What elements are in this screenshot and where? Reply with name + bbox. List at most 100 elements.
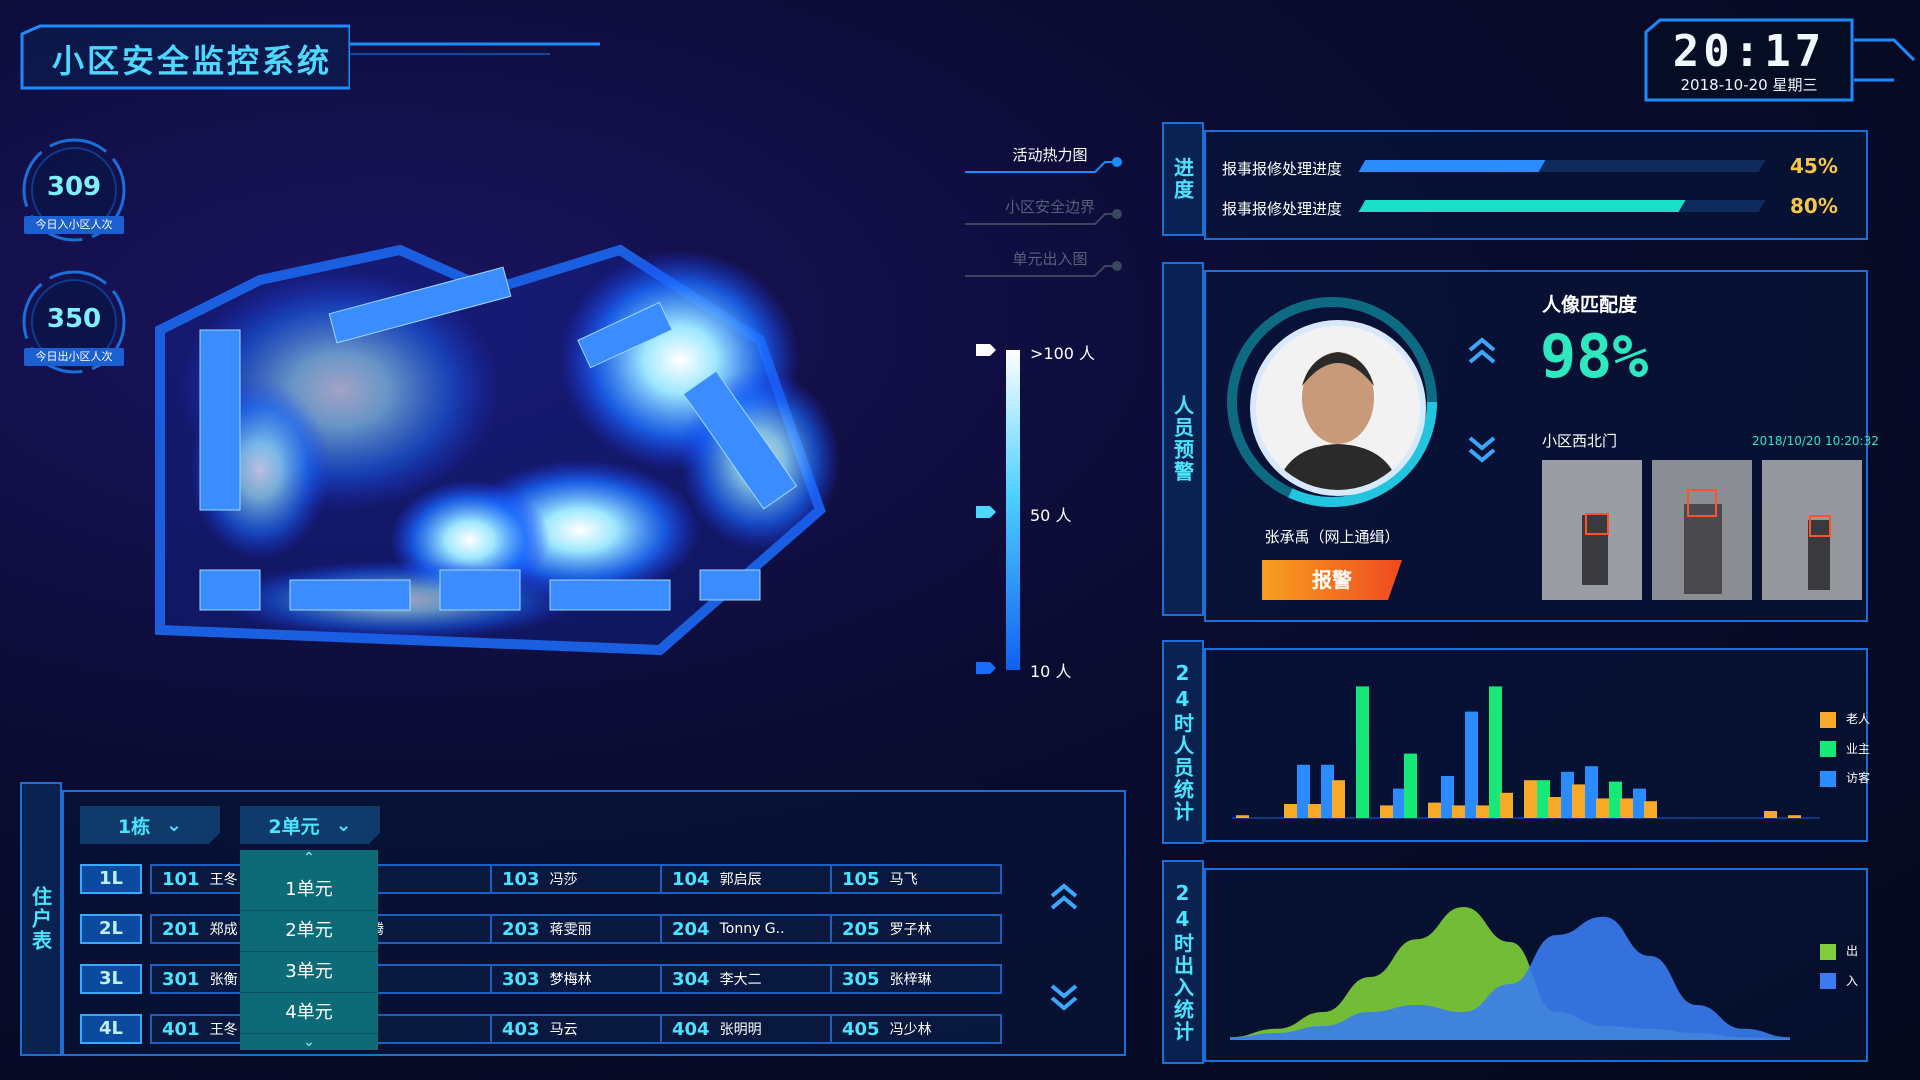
alarm-button[interactable]: 报警 <box>1262 560 1402 600</box>
resident-cell[interactable]: 203 蒋雯丽 <box>490 914 662 944</box>
capture-timestamp: 2018/10/20 10:20:32 <box>1752 434 1879 448</box>
capture-thumb-2[interactable] <box>1652 460 1752 600</box>
clock-date: 2018-10-20 星期三 <box>1680 76 1818 94</box>
bar-mark <box>1284 804 1297 818</box>
room-number: 105 <box>842 868 880 890</box>
progress-panel <box>1204 130 1868 240</box>
progress-value-2: 80% <box>1790 194 1838 218</box>
resident-name: 冯莎 <box>549 872 578 888</box>
floor-label[interactable]: 4L <box>80 1014 142 1044</box>
legend-markers <box>976 344 996 674</box>
page-title: 小区安全监控系统 <box>52 42 333 80</box>
bar-mark <box>1308 804 1321 818</box>
tab-connectors <box>965 157 1122 277</box>
clock-deco <box>1854 38 1916 82</box>
bar-mark <box>1524 780 1537 818</box>
bar-mark <box>1380 805 1393 818</box>
dropdown-option-2[interactable]: 2单元 <box>240 911 378 952</box>
exit-label: 今日出小区人次 <box>24 348 124 366</box>
room-number: 201 <box>162 918 200 940</box>
inout-legend: 出 入 <box>1820 942 1858 989</box>
floor-label[interactable]: 2L <box>80 914 142 944</box>
page-down-icon[interactable] <box>1048 982 1080 1012</box>
room-number: 403 <box>502 1018 540 1040</box>
floor-label[interactable]: 3L <box>80 964 142 994</box>
capture-thumb-3[interactable] <box>1762 460 1862 600</box>
resident-name: 马云 <box>549 1022 578 1038</box>
unit-select-value: 2单元 <box>268 815 320 838</box>
progress-label-2: 报事报修处理进度 <box>1222 200 1343 218</box>
bar-mark <box>1572 784 1585 818</box>
entry-label: 今日入小区人次 <box>24 216 124 234</box>
alert-tab: 人员预警 <box>1162 262 1204 616</box>
entry-count: 309 <box>46 172 102 202</box>
capture-thumb-1[interactable] <box>1542 460 1642 600</box>
inout-tab: 24时出入统计 <box>1162 860 1204 1064</box>
resident-cell[interactable]: 304 李大二 <box>660 964 832 994</box>
room-number: 405 <box>842 1018 880 1040</box>
residents-tab: 住户表 <box>20 782 62 1056</box>
bar-mark <box>1644 801 1657 818</box>
chevron-down-icon: ⌄ <box>335 814 352 836</box>
resident-name: 蒋雯丽 <box>549 922 592 938</box>
clock-time: 20:17 <box>1672 26 1826 77</box>
room-number: 404 <box>672 1018 710 1040</box>
bar-mark <box>1428 802 1441 818</box>
resident-cell[interactable]: 103 冯莎 <box>490 864 662 894</box>
unit-dropdown: ⌃ 1单元 2单元 3单元 4单元 ⌄ <box>240 850 378 1050</box>
room-number: 303 <box>502 968 540 990</box>
resident-cell[interactable]: 405 冯少林 <box>830 1014 1002 1044</box>
dropdown-option-4[interactable]: 4单元 <box>240 993 378 1034</box>
resident-cell[interactable]: 205 罗子林 <box>830 914 1002 944</box>
building-select[interactable]: 1栋 ⌄ <box>80 806 220 844</box>
resident-name: 李大二 <box>719 972 762 988</box>
room-number: 401 <box>162 1018 200 1040</box>
resident-cell[interactable]: 403 马云 <box>490 1014 662 1044</box>
capture-location: 小区西北门 <box>1542 432 1618 450</box>
room-number: 104 <box>672 868 710 890</box>
progress-tab: 进度 <box>1162 122 1204 236</box>
bar-mark <box>1452 805 1465 818</box>
room-number: 203 <box>502 918 540 940</box>
bar-mark <box>1404 753 1417 818</box>
heat-legend-bar <box>1006 350 1020 670</box>
resident-cell[interactable]: 305 张梓琳 <box>830 964 1002 994</box>
scroll-down-icon[interactable]: ⌄ <box>240 1034 378 1054</box>
bar-mark <box>1236 815 1249 818</box>
match-label: 人像匹配度 <box>1542 294 1638 316</box>
progress-fill-2 <box>1358 200 1686 212</box>
resident-name: Tonny G.. <box>719 921 785 937</box>
legend-mid: 50 人 <box>1030 506 1072 525</box>
bar-mark <box>1620 798 1633 818</box>
bar-mark <box>1596 798 1609 818</box>
hourly-tab: 24时人员统计 <box>1162 640 1204 844</box>
chevron-down-icon: ⌄ <box>166 814 183 836</box>
resident-cell[interactable]: 204 Tonny G.. <box>660 914 832 944</box>
resident-cell[interactable]: 104 郭启辰 <box>660 864 832 894</box>
match-value: 98% <box>1540 322 1649 392</box>
resident-cell[interactable]: 303 梦梅林 <box>490 964 662 994</box>
progress-track-1 <box>1358 160 1766 172</box>
unit-select[interactable]: 2单元 ⌄ <box>240 806 380 844</box>
dropdown-option-3[interactable]: 3单元 <box>240 952 378 993</box>
bar-mark <box>1356 686 1369 818</box>
building-select-value: 1栋 <box>117 815 151 838</box>
resident-cell[interactable]: 404 张明明 <box>660 1014 832 1044</box>
resident-name: 王冬 <box>209 872 238 888</box>
progress-label-1: 报事报修处理进度 <box>1222 160 1343 178</box>
resident-name: 罗子林 <box>889 922 932 938</box>
page-up-icon[interactable] <box>1048 880 1080 910</box>
room-number: 103 <box>502 868 540 890</box>
floor-label[interactable]: 1L <box>80 864 142 894</box>
scroll-up-icon[interactable]: ⌃ <box>240 850 378 870</box>
resident-name: 张梓琳 <box>889 972 932 988</box>
dropdown-option-1[interactable]: 1单元 <box>240 870 378 911</box>
bar-mark <box>1465 711 1478 818</box>
title-line <box>350 42 600 55</box>
resident-cell[interactable]: 105 马飞 <box>830 864 1002 894</box>
suspect-name: 张承禹（网上通缉） <box>1264 528 1400 546</box>
bar-mark <box>1764 811 1777 818</box>
room-number: 101 <box>162 868 200 890</box>
exit-count: 350 <box>46 304 102 334</box>
bar-mark <box>1788 815 1801 818</box>
